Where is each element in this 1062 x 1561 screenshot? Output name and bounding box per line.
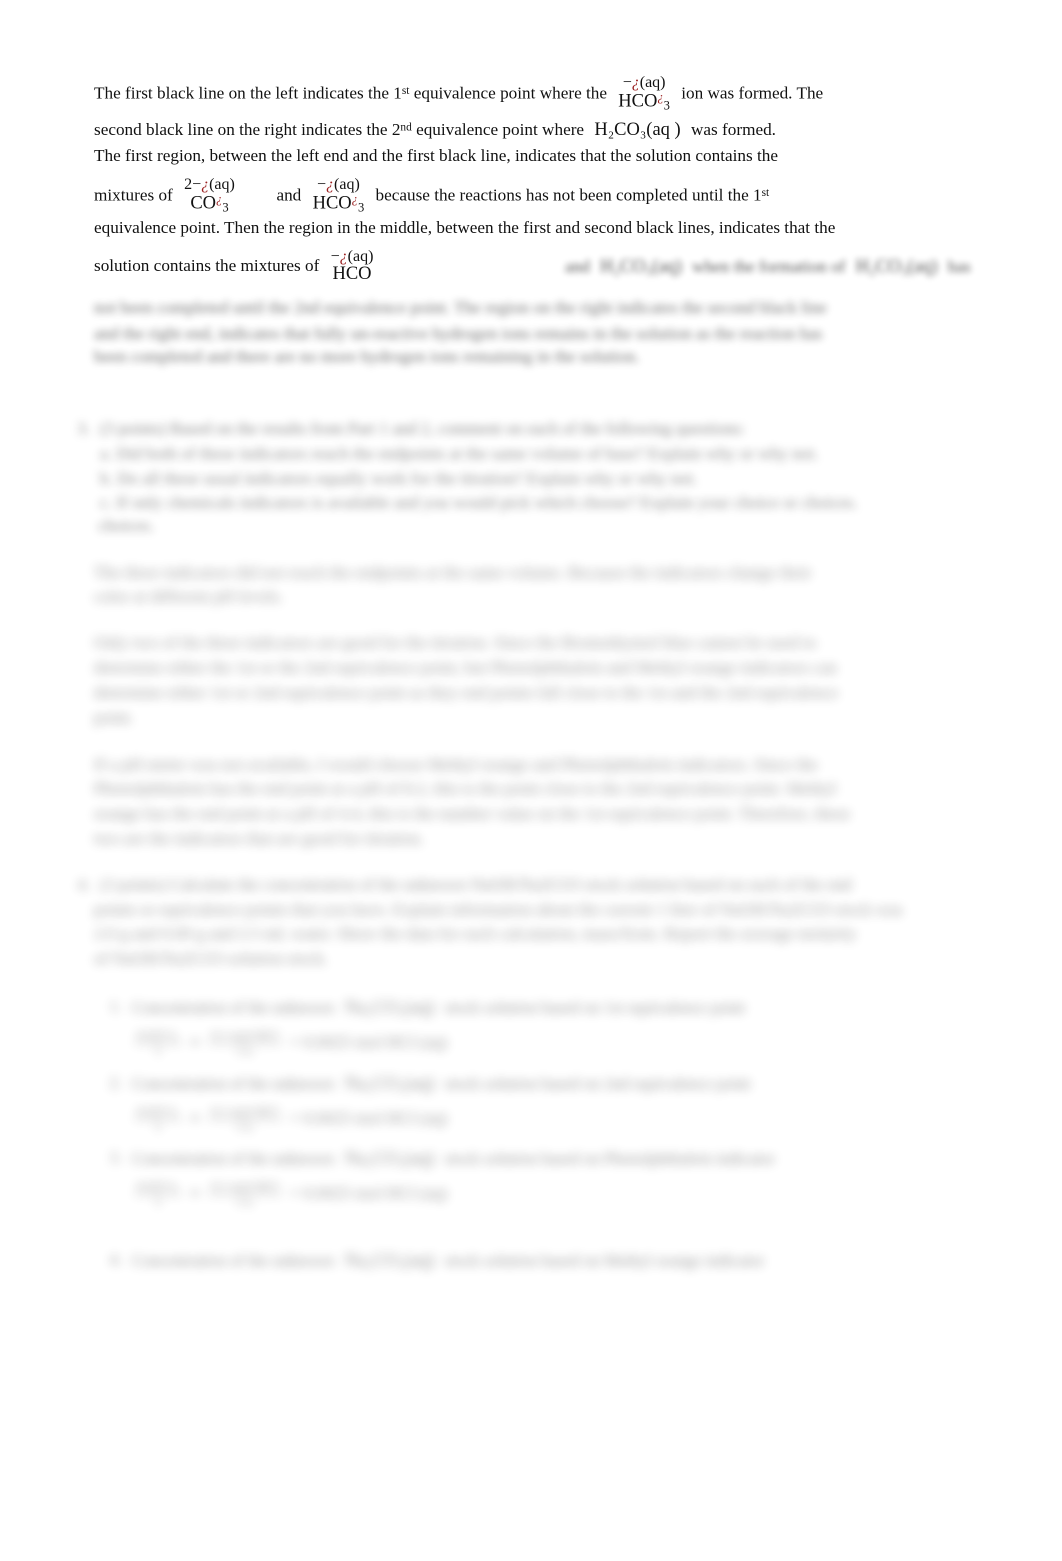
sub-item-4-text: Concentration of the unknown Na₂CO₃(aq) … [132,1249,1000,1273]
ordinal-suffix: nd [400,121,412,134]
formula-sodium-carbonate: Na₂CO₃(aq) [344,998,435,1018]
question-3-bullet-c-cont: choices. [94,516,155,535]
text-run: because the reactions has not been compl… [375,185,762,205]
text-run: when the formation of [692,257,846,276]
sub-item-1: 1. Concentration of the unknown Na₂CO₃(a… [100,996,1000,1020]
paragraph-line-2: second black line on the right indicates… [94,118,994,142]
sub-item-2: 2. Concentration of the unknown Na₂CO₃(a… [100,1072,1000,1096]
sub-item-2-text: Concentration of the unknown Na₂CO₃(aq) … [132,1072,1000,1096]
question-3-bullet-c: c. If only chemicals indicators is avail… [100,493,858,512]
fraction-molarity: 0.1 mol HCl 1 L [208,1028,282,1058]
list-marker: 4. [77,875,90,894]
formula-carbonate: 2−¿(aq) CO¿3 [184,177,235,214]
question-3: 3. (3 points) Based on the results from … [64,418,999,441]
document-page: The first black line on the left indicat… [0,0,1062,1561]
formula-lower: HCO¿3 [618,90,670,113]
formula-sodium-carbonate: Na₂CO₃(aq) [344,1074,435,1094]
paragraph-tail-line-1: not been completed until the 2nd equival… [94,298,827,317]
formula-upper: 2−¿(aq) [184,176,235,193]
formula-sodium-carbonate: Na₂CO₃(aq) [344,1149,435,1169]
fraction-volume: 0.025 L 1 [134,1104,182,1134]
sub-item-3-equation: 0.025 L 1 × 0.1 mol HCl 1 L = 0.0025 mol… [130,1179,830,1209]
formula-carbonic-acid: H₂CO₃(aq ) [594,120,681,140]
text-run: was formed. [691,120,776,139]
text-run: equivalence point where the [409,83,607,103]
paragraph-tail-line-2: and the right end, indicates that fully … [94,324,823,343]
question-3-bullet-a: a. Did both of these indicators reach th… [100,444,819,463]
sub-item-3: 3. Concentration of the unknown Na₂CO₃(a… [100,1147,1000,1171]
paragraph-line-1: The first black line on the left indicat… [94,75,994,113]
fraction-molarity: 0.1 mol HCl 1 L [208,1179,282,1209]
text-run: second black line on the right indicates… [94,120,401,139]
text-run: has [947,257,971,276]
answer-3c-line-1: If a pH meter was not available, I would… [94,755,818,774]
equation-result: = 0.0025 mol HCl (aq) [289,1032,448,1052]
multiply-sign: × [190,1183,201,1203]
paragraph-line-3: The first region, between the left end a… [94,146,778,165]
equation-result: = 0.0025 mol HCl (aq) [289,1183,448,1203]
multiply-sign: × [190,1108,201,1128]
question-4-line-3: 2.0 g and 0.00 g and 2.5 mL water. Show … [94,924,857,943]
answer-3c-line-3: orange has the end point at a pH of 4.4,… [94,804,851,823]
ordinal-suffix: st [761,186,770,199]
list-marker: 3. [77,419,90,438]
fraction-volume: 0.025 L 1 [134,1028,182,1058]
formula-upper: −¿(aq) [330,248,374,265]
answer-3b-line-3: determine either 1st or 2nd equivalence … [94,683,839,702]
formula-lower: CO¿3 [190,192,229,215]
paragraph-line-6-tail: and H₂CO₃(aq) when the formation of H₂CO… [565,255,1045,279]
text-run: equivalence point where [411,120,585,139]
question-3-bullet-b: b. Do all these usual indicators equally… [100,469,698,488]
list-marker: 4. [109,1250,122,1269]
text-run: solution contains the mixtures of [94,256,320,276]
paragraph-line-5: equivalence point. Then the region in th… [94,218,836,237]
sub-item-1-equation: 0.025 L 1 × 0.1 mol HCl 1 L = 0.0025 mol… [130,1028,830,1058]
list-marker: 2. [109,1073,122,1092]
sub-item-4: 4. Concentration of the unknown Na₂CO₃(a… [100,1249,1000,1273]
paragraph-tail-line-3: been completed and there are no more hyd… [94,347,640,366]
answer-3a-line-1: The three indicators did not reach the e… [94,563,812,582]
sub-item-1-text: Concentration of the unknown Na₂CO₃(aq) … [132,996,1000,1020]
formula-upper: −¿(aq) [622,74,666,91]
answer-3b-line-4: point. [94,708,134,727]
multiply-sign: × [190,1032,201,1052]
answer-3b-line-1: Only two of the three indicators are goo… [94,633,817,652]
list-marker: 1. [109,997,122,1016]
formula-lower: HCO [332,264,372,284]
answer-3c-line-2: Phenolphthalein has the end point at a p… [94,779,837,798]
answer-3c-line-4: two are the indicators that are good for… [94,829,424,848]
question-3-intro: (3 points) Based on the results from Par… [100,419,745,438]
question-4: 4. (3 points) Calculate the concentratio… [64,874,999,897]
formula-carbonic-acid-3: H₂CO₃(aq) [855,257,938,277]
text-run: The first black line on the left indicat… [94,83,402,103]
conjunction: and [565,257,590,276]
formula-upper: −¿(aq) [317,176,360,193]
sub-item-3-text: Concentration of the unknown Na₂CO₃(aq) … [132,1147,1000,1171]
paragraph-line-4: mixtures of 2−¿(aq) CO¿3 and −¿(aq) HCO¿… [94,177,994,215]
sub-item-2-equation: 0.025 L 1 × 0.1 mol HCl 1 L = 0.0025 mol… [130,1104,830,1134]
formula-lower: HCO¿3 [312,192,365,215]
answer-3b-line-2: determine either the 1st or the 2nd equi… [94,658,837,677]
list-marker: 3. [109,1148,122,1167]
fraction-molarity: 0.1 mol HCl 1 L [208,1104,282,1134]
formula-bicarbonate-1: −¿(aq) HCO¿3 [618,75,670,112]
answer-3a-line-2: color at different pH levels. [94,587,284,606]
question-4-line-4: of NaOH/Na2CO3 solution stock. [94,949,328,968]
formula-bicarbonate-2: −¿(aq) HCO¿3 [313,177,365,214]
text-run: mixtures of [94,185,173,205]
question-4-line-1: (3 points) Calculate the concentration o… [100,875,852,894]
equation-result: = 0.0025 mol HCl (aq) [289,1108,448,1128]
question-4-line-2: points or equivalence points that you ha… [94,900,903,919]
conjunction: and [276,185,302,205]
text-run: ion was formed. The [681,83,824,103]
formula-carbonic-acid-2: H₂CO₃(aq) [600,257,682,277]
formula-bicarbonate-3: −¿(aq) HCO [331,249,374,284]
fraction-volume: 0.025 L 1 [134,1179,182,1209]
formula-sodium-carbonate: Na₂CO₃(aq) [344,1251,435,1271]
